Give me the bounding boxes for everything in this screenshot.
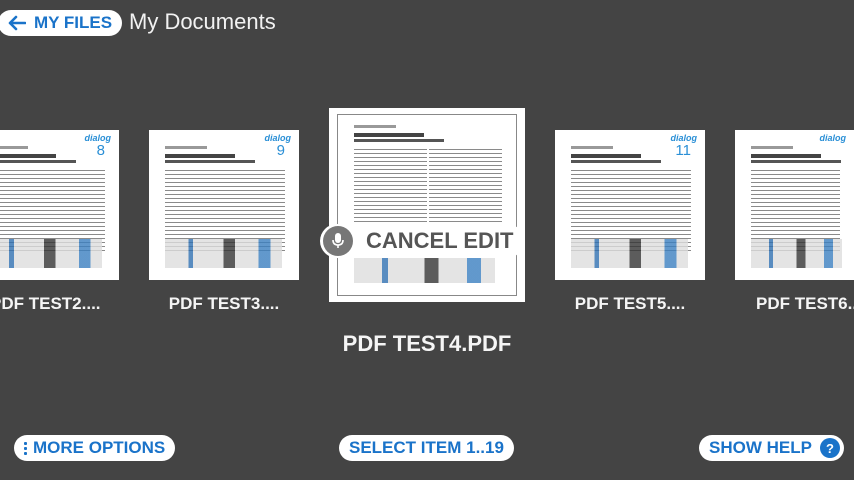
my-files-button[interactable]: MY FILES	[0, 10, 123, 36]
top-bar: MY FILES My Documents	[0, 0, 854, 44]
cancel-edit-label: CANCEL EDIT	[366, 228, 514, 253]
selected-document-label: PDF TEST4.PDF	[342, 331, 512, 356]
more-vert-icon	[24, 441, 27, 455]
document-thumbnail[interactable]: dialog 8	[0, 130, 119, 280]
more-options-label: MORE OPTIONS	[33, 438, 166, 457]
document-thumbnail[interactable]: dialog 9	[149, 130, 299, 280]
document-label: PDF TEST2....	[0, 294, 101, 313]
cancel-edit-button[interactable]: CANCEL EDIT	[320, 224, 524, 258]
document-label: PDF TEST5....	[574, 294, 686, 313]
document-thumbnail[interactable]: dialog 11	[555, 130, 705, 280]
arrow-left-icon	[8, 15, 26, 31]
page-number: 9	[276, 142, 285, 159]
document-label: PDF TEST3....	[168, 294, 280, 313]
more-options-button[interactable]: MORE OPTIONS	[14, 435, 176, 461]
select-item-button[interactable]: SELECT ITEM 1..19	[339, 435, 514, 461]
brand-logo: dialog	[819, 133, 847, 143]
page-number: 11	[675, 142, 691, 159]
page-title: My Documents	[129, 9, 276, 34]
show-help-label: SHOW HELP	[709, 438, 812, 457]
mic-icon	[323, 226, 353, 256]
show-help-button[interactable]: SHOW HELP ?	[699, 435, 844, 461]
my-files-label: MY FILES	[34, 13, 113, 32]
page-number: 8	[96, 142, 105, 159]
selected-document-thumbnail[interactable]: dialog 10	[329, 108, 525, 302]
document-label: PDF TEST6....	[756, 294, 854, 313]
select-item-label: SELECT ITEM 1..19	[349, 438, 504, 457]
help-icon: ?	[819, 438, 840, 458]
document-thumbnail[interactable]: dialog	[735, 130, 854, 280]
